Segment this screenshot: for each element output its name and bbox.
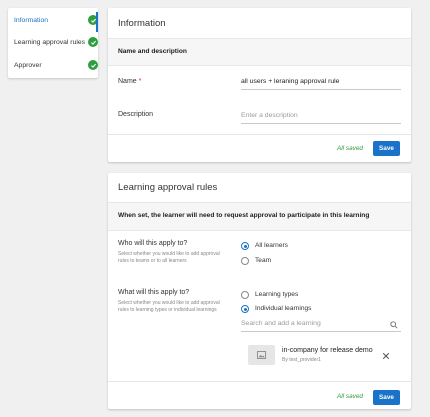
description-input[interactable]: Enter a description	[241, 112, 401, 124]
radio-label[interactable]: Learning types	[255, 291, 298, 298]
who-question-title: Who will this apply to?	[118, 240, 188, 247]
nav-item-label: Learning approval rules	[14, 38, 86, 46]
learning-thumbnail	[248, 345, 275, 365]
section-header-label: Name and description	[118, 48, 187, 55]
radio-all-learners[interactable]	[241, 242, 249, 250]
selected-learning-title: in-company for release demo	[282, 347, 373, 354]
name-label: Name *	[118, 78, 142, 85]
radio-individual-learnings[interactable]	[241, 305, 249, 313]
required-mark: *	[138, 78, 142, 85]
check-circle-icon	[88, 15, 98, 25]
check-circle-icon	[88, 37, 98, 47]
section-header: Name and description	[108, 38, 411, 66]
information-card: Information Name and description Name * …	[108, 8, 411, 162]
nav-item-label: Information	[14, 16, 49, 24]
nav-item-learning-approval-rules[interactable]: Learning approval rules	[8, 32, 98, 52]
what-question-description: Select whether you would like to add app…	[118, 300, 220, 313]
save-button[interactable]: Save	[373, 390, 400, 405]
image-icon	[257, 351, 266, 359]
card-title: Learning approval rules	[118, 182, 218, 193]
radio-team[interactable]	[241, 257, 249, 265]
radio-label[interactable]: All learners	[255, 242, 288, 249]
card-footer: All saved Save	[108, 381, 411, 410]
step-navigation: Information Learning approval rules Appr…	[8, 8, 98, 78]
nav-item-label: Approver	[14, 61, 42, 69]
nav-item-information[interactable]: Information	[8, 10, 98, 32]
what-question-title: What will this apply to?	[118, 289, 190, 296]
who-question-description: Select whether you would like to add app…	[118, 251, 220, 264]
save-button[interactable]: Save	[373, 141, 400, 156]
close-icon[interactable]	[382, 352, 390, 360]
learning-approval-rules-card: Learning approval rules When set, the le…	[108, 173, 411, 409]
radio-label[interactable]: Individual learnings	[255, 305, 311, 312]
approval-notice: When set, the learner will need to reque…	[108, 202, 411, 231]
saved-status: All saved	[337, 393, 363, 400]
name-input[interactable]: all users + leraning approval rule	[241, 78, 401, 90]
radio-learning-types[interactable]	[241, 291, 249, 299]
selected-learning-provider: By test_provider1	[282, 357, 321, 363]
description-label: Description	[118, 111, 154, 118]
approval-notice-text: When set, the learner will need to reque…	[118, 212, 370, 219]
card-footer: All saved Save	[108, 134, 411, 163]
saved-status: All saved	[337, 145, 363, 152]
card-title: Information	[118, 18, 166, 29]
search-icon[interactable]	[390, 321, 398, 329]
radio-label[interactable]: Team	[255, 257, 271, 264]
learning-search-input[interactable]: Search and add a learning	[241, 320, 401, 332]
nav-item-approver[interactable]: Approver	[8, 55, 98, 75]
check-circle-icon	[88, 60, 98, 70]
